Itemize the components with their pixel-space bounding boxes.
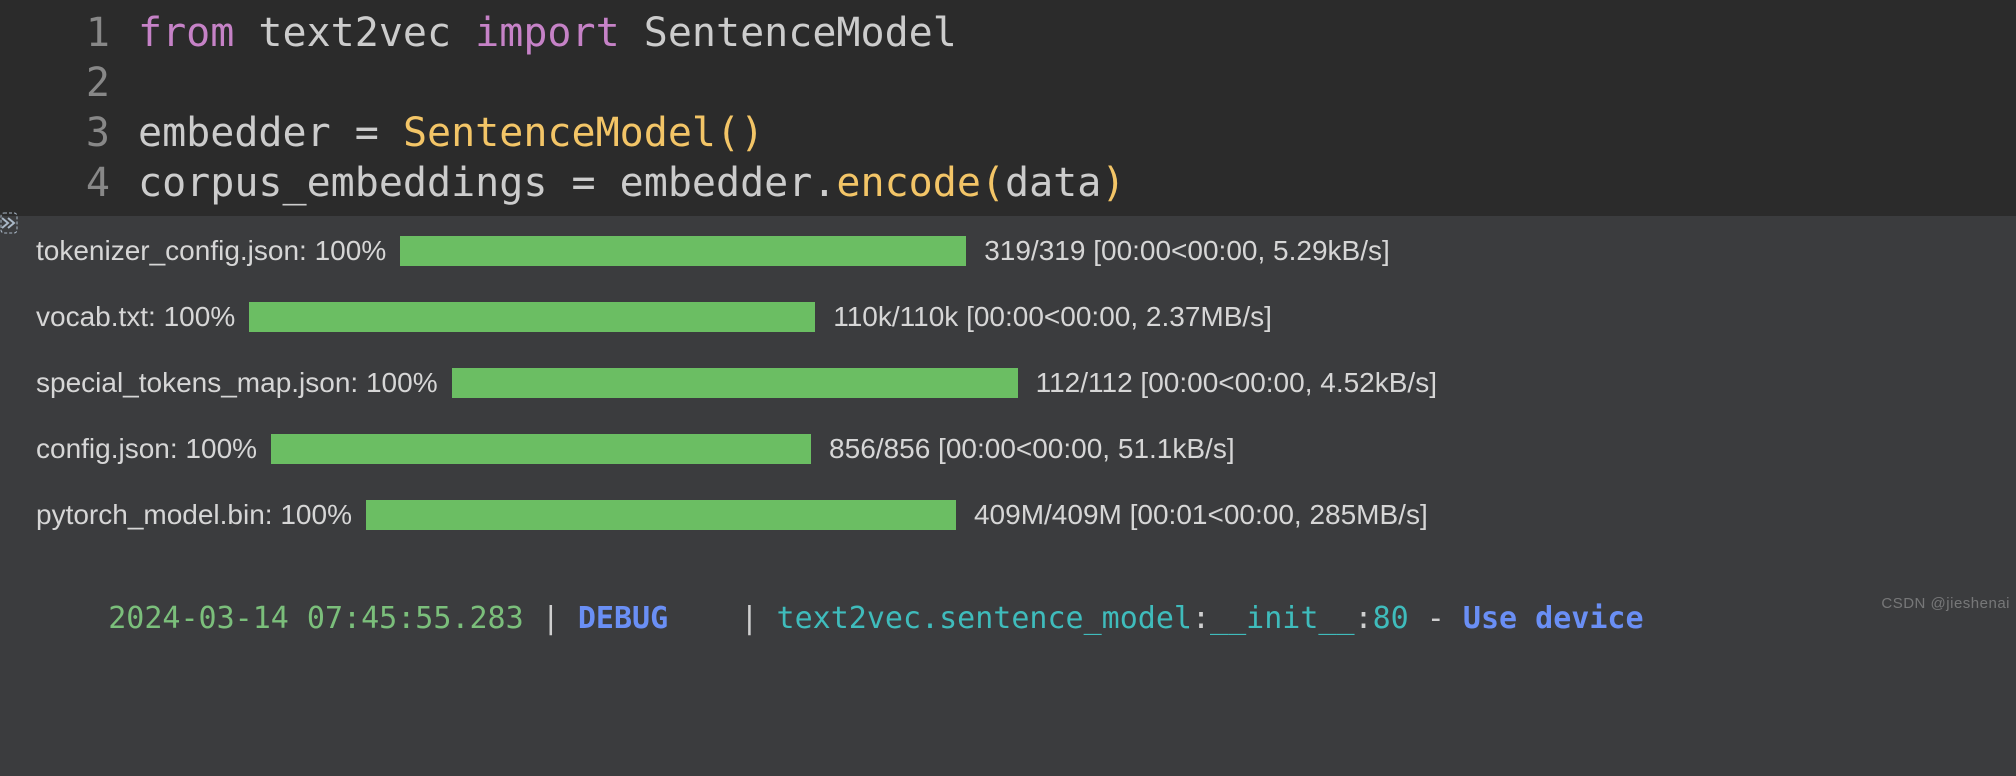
code-line[interactable]: 3embedder = SentenceModel() xyxy=(0,108,2016,158)
gutter-fold-icon[interactable] xyxy=(0,212,20,240)
download-label: tokenizer_config.json: 100% xyxy=(36,235,386,267)
download-progress-row: pytorch_model.bin: 100% 409M/409M [00:01<… xyxy=(36,500,2016,530)
progress-bar xyxy=(400,236,966,266)
code-line[interactable]: 4corpus_embeddings = embedder.encode(dat… xyxy=(0,158,2016,208)
line-number: 3 xyxy=(0,108,138,158)
download-stats: 110k/110k [00:00<00:00, 2.37MB/s] xyxy=(833,301,1272,333)
download-label: pytorch_model.bin: 100% xyxy=(36,499,352,531)
code-content[interactable]: embedder = SentenceModel() xyxy=(138,108,764,158)
watermark: CSDN @jieshenai xyxy=(1881,595,2010,612)
log-timestamp: 2024-03-14 07:45:55.283 xyxy=(108,601,523,636)
line-number: 4 xyxy=(0,158,138,208)
progress-bar xyxy=(452,368,1018,398)
code-line[interactable]: 1from text2vec import SentenceModel xyxy=(0,8,2016,58)
download-label: config.json: 100% xyxy=(36,433,257,465)
progress-bar xyxy=(366,500,956,530)
line-number: 1 xyxy=(0,8,138,58)
download-progress-row: config.json: 100% 856/856 [00:00<00:00, 5… xyxy=(36,434,2016,464)
code-editor[interactable]: 1from text2vec import SentenceModel23emb… xyxy=(0,0,2016,216)
log-module: text2vec.sentence_model xyxy=(777,601,1192,636)
download-progress-row: special_tokens_map.json: 100% 112/112 [00… xyxy=(36,368,2016,398)
download-label: vocab.txt: 100% xyxy=(36,301,235,333)
download-label: special_tokens_map.json: 100% xyxy=(36,367,438,399)
code-line[interactable]: 2 xyxy=(0,58,2016,108)
download-stats: 856/856 [00:00<00:00, 51.1kB/s] xyxy=(829,433,1235,465)
progress-bar xyxy=(249,302,815,332)
line-number: 2 xyxy=(0,58,138,108)
code-content[interactable]: corpus_embeddings = embedder.encode(data… xyxy=(138,158,1125,208)
download-progress-row: vocab.txt: 100% 110k/110k [00:00<00:00, 2… xyxy=(36,302,2016,332)
code-content[interactable]: from text2vec import SentenceModel xyxy=(138,8,957,58)
download-progress-row: tokenizer_config.json: 100% 319/319 [00:0… xyxy=(36,236,2016,266)
log-message: Use device xyxy=(1463,601,1644,636)
download-stats: 319/319 [00:00<00:00, 5.29kB/s] xyxy=(984,235,1390,267)
log-line: 2024-03-14 07:45:55.283 | DEBUG | text2v… xyxy=(36,566,2016,671)
log-level: DEBUG xyxy=(578,601,668,636)
terminal-output[interactable]: tokenizer_config.json: 100% 319/319 [00:0… xyxy=(0,216,2016,671)
download-stats: 409M/409M [00:01<00:00, 285MB/s] xyxy=(974,499,1428,531)
progress-bar xyxy=(271,434,811,464)
download-stats: 112/112 [00:00<00:00, 4.52kB/s] xyxy=(1036,367,1437,399)
